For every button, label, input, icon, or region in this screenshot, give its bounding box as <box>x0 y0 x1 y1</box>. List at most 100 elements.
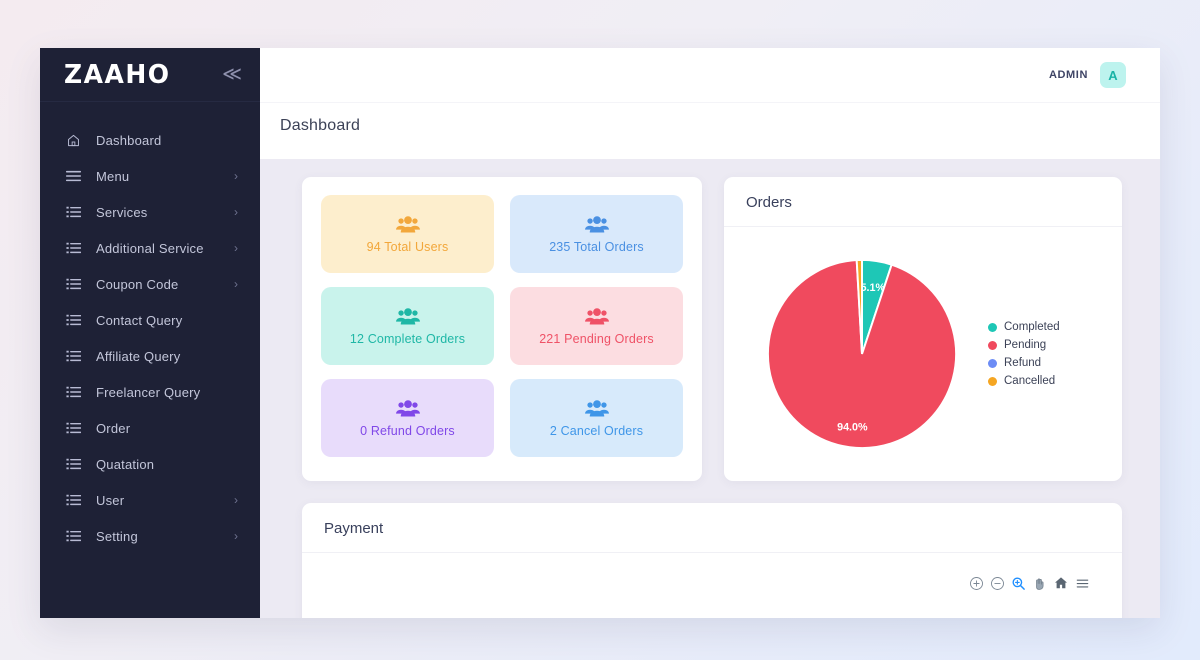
sidebar-item-label: User <box>88 493 234 508</box>
selection-zoom-icon[interactable] <box>1011 576 1026 591</box>
legend-item-pending[interactable]: Pending <box>988 339 1060 351</box>
sidebar-item-label: Order <box>88 421 238 436</box>
list-icon <box>66 493 88 507</box>
list-icon <box>66 421 88 435</box>
sidebar-item-label: Quatation <box>88 457 238 472</box>
avatar[interactable]: A <box>1100 62 1126 88</box>
list-icon <box>66 529 88 543</box>
pie-slice-label: 94.0% <box>837 422 868 434</box>
main-area: ADMIN A Dashboard 94 Total Users 235 Tota… <box>260 48 1160 618</box>
payment-card-title: Payment <box>302 503 1122 553</box>
stat-tile-refund-orders[interactable]: 0 Refund Orders <box>321 379 494 457</box>
sidebar-item-label: Dashboard <box>88 133 238 148</box>
legend-swatch <box>988 323 997 332</box>
sidebar-nav: DashboardMenu›Services›Additional Servic… <box>40 102 260 554</box>
sidebar-item-label: Menu <box>88 169 234 184</box>
zoom-out-icon[interactable] <box>990 576 1005 591</box>
app-window: ZAAHO ≪ DashboardMenu›Services›Additiona… <box>40 48 1160 618</box>
users-group-icon <box>395 307 421 327</box>
panning-icon[interactable] <box>1032 576 1047 591</box>
stat-tile-label: 94 Total Users <box>367 240 449 254</box>
list-icon <box>66 241 88 255</box>
orders-card: Orders 5.1%94.0% CompletedPendingRefundC… <box>724 177 1122 481</box>
payment-card: Payment <box>302 503 1122 618</box>
sidebar-item-label: Affiliate Query <box>88 349 238 364</box>
legend-label: Refund <box>1004 357 1041 369</box>
sidebar-item-additional-service[interactable]: Additional Service› <box>40 230 260 266</box>
sidebar-brand-row: ZAAHO ≪ <box>40 48 260 102</box>
stat-tile-label: 221 Pending Orders <box>539 332 654 346</box>
stat-tile-cancel-orders[interactable]: 2 Cancel Orders <box>510 379 683 457</box>
orders-card-title: Orders <box>724 177 1122 227</box>
chevron-right-icon: › <box>234 494 238 506</box>
stat-tile-total-orders[interactable]: 235 Total Orders <box>510 195 683 273</box>
pie-legend: Completed Pending Refund Cancelled <box>982 321 1060 387</box>
users-group-icon <box>395 399 421 419</box>
orders-chart-area: 5.1%94.0% Completed Pending Refund Cancelle… <box>724 227 1122 481</box>
chevron-right-icon: › <box>234 242 238 254</box>
chevron-right-icon: › <box>234 278 238 290</box>
stat-tile-label: 235 Total Orders <box>549 240 644 254</box>
legend-item-cancelled[interactable]: Cancelled <box>988 375 1060 387</box>
legend-item-completed[interactable]: Completed <box>988 321 1060 333</box>
sidebar-item-label: Setting <box>88 529 234 544</box>
sidebar-item-freelancer-query[interactable]: Freelancer Query <box>40 374 260 410</box>
legend-label: Pending <box>1004 339 1046 351</box>
sidebar-item-quatation[interactable]: Quatation <box>40 446 260 482</box>
pie-chart[interactable]: 5.1%94.0% <box>742 256 982 452</box>
stat-tile-label: 12 Complete Orders <box>350 332 465 346</box>
users-group-icon <box>584 215 610 235</box>
stat-tile-total-users[interactable]: 94 Total Users <box>321 195 494 273</box>
sidebar: ZAAHO ≪ DashboardMenu›Services›Additiona… <box>40 48 260 618</box>
sidebar-item-user[interactable]: User› <box>40 482 260 518</box>
stat-grid: 94 Total Users 235 Total Orders 12 Complet… <box>321 195 683 457</box>
page-title: Dashboard <box>280 117 1160 135</box>
sidebar-item-label: Additional Service <box>88 241 234 256</box>
dashboard-content: 94 Total Users 235 Total Orders 12 Complet… <box>260 159 1160 618</box>
sidebar-item-services[interactable]: Services› <box>40 194 260 230</box>
sidebar-item-dashboard[interactable]: Dashboard <box>40 122 260 158</box>
users-group-icon <box>395 215 421 235</box>
admin-label: ADMIN <box>1049 69 1088 81</box>
sidebar-item-menu[interactable]: Menu› <box>40 158 260 194</box>
users-group-icon <box>584 399 610 419</box>
chart-toolbar <box>969 575 1090 591</box>
sidebar-item-order[interactable]: Order <box>40 410 260 446</box>
chevron-right-icon: › <box>234 206 238 218</box>
sidebar-item-affiliate-query[interactable]: Affiliate Query <box>40 338 260 374</box>
top-row: 94 Total Users 235 Total Orders 12 Complet… <box>302 177 1122 481</box>
list-icon <box>66 457 88 471</box>
list-icon <box>66 313 88 327</box>
list-icon <box>66 205 88 219</box>
legend-swatch <box>988 359 997 368</box>
stat-tile-pending-orders[interactable]: 221 Pending Orders <box>510 287 683 365</box>
menu-icon[interactable] <box>1075 576 1090 591</box>
stat-tile-label: 0 Refund Orders <box>360 424 455 438</box>
sidebar-item-contact-query[interactable]: Contact Query <box>40 302 260 338</box>
legend-swatch <box>988 377 997 386</box>
chevron-double-left-icon[interactable]: ≪ <box>222 65 240 84</box>
home-icon <box>66 133 88 148</box>
sidebar-item-label: Services <box>88 205 234 220</box>
stats-card: 94 Total Users 235 Total Orders 12 Complet… <box>302 177 702 481</box>
sidebar-item-label: Coupon Code <box>88 277 234 292</box>
reset-home-icon[interactable] <box>1053 575 1069 591</box>
sidebar-item-label: Contact Query <box>88 313 238 328</box>
bars-icon <box>66 169 88 183</box>
legend-label: Completed <box>1004 321 1060 333</box>
zoom-in-icon[interactable] <box>969 576 984 591</box>
page-header: Dashboard <box>260 102 1160 159</box>
list-icon <box>66 349 88 363</box>
pie-svg: 5.1%94.0% <box>764 256 960 452</box>
list-icon <box>66 277 88 291</box>
chevron-right-icon: › <box>234 530 238 542</box>
stat-tile-label: 2 Cancel Orders <box>550 424 643 438</box>
brand-logo[interactable]: ZAAHO <box>64 62 171 88</box>
payment-chart-area: 5.0 <box>302 553 1122 618</box>
sidebar-item-setting[interactable]: Setting› <box>40 518 260 554</box>
topbar: ADMIN A <box>260 48 1160 102</box>
sidebar-item-coupon-code[interactable]: Coupon Code› <box>40 266 260 302</box>
legend-item-refund[interactable]: Refund <box>988 357 1060 369</box>
list-icon <box>66 385 88 399</box>
stat-tile-complete-orders[interactable]: 12 Complete Orders <box>321 287 494 365</box>
